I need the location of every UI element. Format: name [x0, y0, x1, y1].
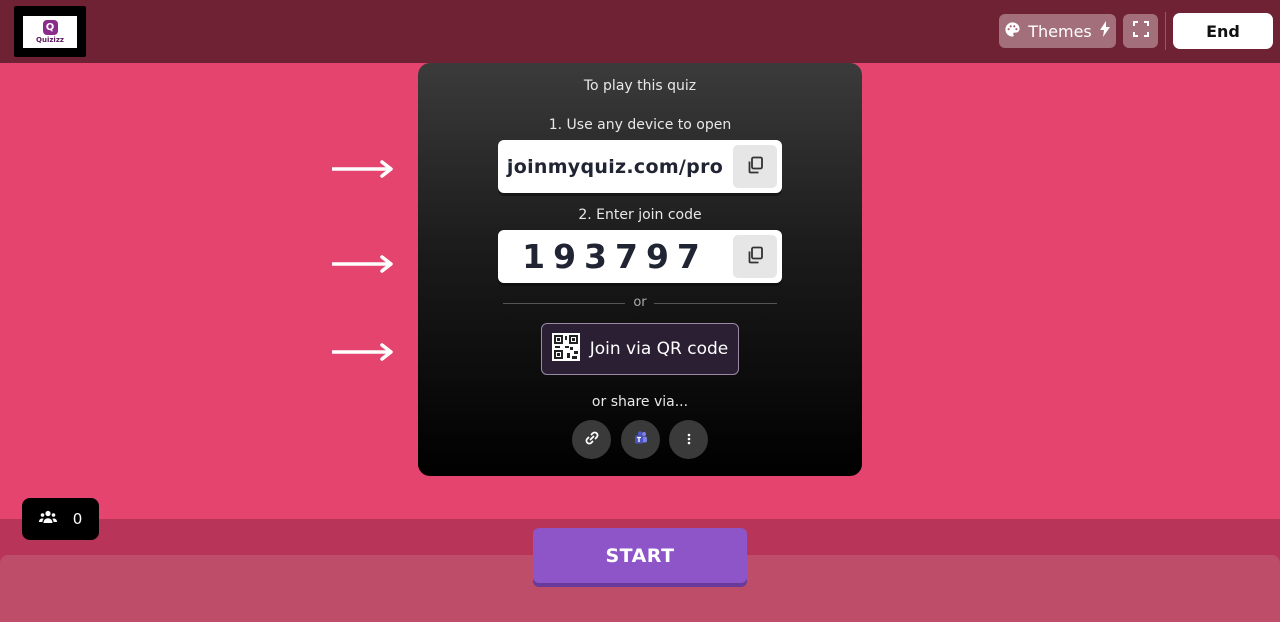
join-code-text[interactable]: 193797 [498, 230, 732, 283]
join-url-field[interactable]: joinmyquiz.com/pro [498, 140, 782, 193]
join-qr-button[interactable]: Join via QR code [541, 323, 739, 375]
divider-right [654, 303, 777, 304]
arrow-icon [332, 343, 393, 361]
copy-icon [746, 156, 764, 178]
fullscreen-button[interactable] [1123, 14, 1158, 48]
fullscreen-icon [1132, 21, 1149, 41]
or-label: or [633, 295, 647, 310]
logo-inner: Q Quizizz [23, 15, 77, 48]
quizizz-logo[interactable]: Q Quizizz [14, 6, 86, 57]
join-code-field[interactable]: 193797 [498, 230, 782, 283]
teams-icon [633, 430, 649, 450]
arrow-icon [332, 160, 393, 178]
copy-url-button[interactable] [733, 145, 777, 188]
more-vertical-icon [687, 430, 691, 449]
step1-label: 1. Use any device to open [548, 117, 732, 133]
users-icon [38, 510, 57, 528]
arrow-icon [332, 255, 393, 273]
player-count-badge[interactable]: 0 [22, 498, 99, 540]
themes-label: Themes [1028, 21, 1092, 41]
share-teams-button[interactable] [621, 420, 660, 459]
logo-text: Quizizz [36, 35, 64, 44]
share-link-button[interactable] [572, 420, 611, 459]
start-button[interactable]: START [533, 528, 747, 583]
step2-label: 2. Enter join code [578, 207, 702, 223]
palette-icon [1004, 21, 1021, 42]
join-url-text[interactable]: joinmyquiz.com/pro [498, 140, 732, 193]
top-bar: Q Quizizz Themes End [0, 0, 1280, 63]
card-heading: To play this quiz [583, 78, 697, 94]
copy-icon [746, 246, 764, 268]
share-more-button[interactable] [669, 420, 708, 459]
end-button[interactable]: End [1173, 13, 1273, 49]
themes-button[interactable]: Themes [999, 14, 1116, 48]
share-label: or share via... [591, 394, 689, 410]
player-count: 0 [72, 510, 83, 528]
logo-q-icon: Q [42, 19, 58, 35]
qr-code-icon [551, 332, 580, 366]
lightning-icon [1099, 21, 1111, 41]
copy-code-button[interactable] [733, 235, 777, 278]
link-icon [584, 430, 600, 450]
qr-label: Join via QR code [589, 339, 729, 359]
top-divider [1165, 12, 1166, 50]
join-card: To play this quiz 1. Use any device to o… [418, 63, 862, 476]
